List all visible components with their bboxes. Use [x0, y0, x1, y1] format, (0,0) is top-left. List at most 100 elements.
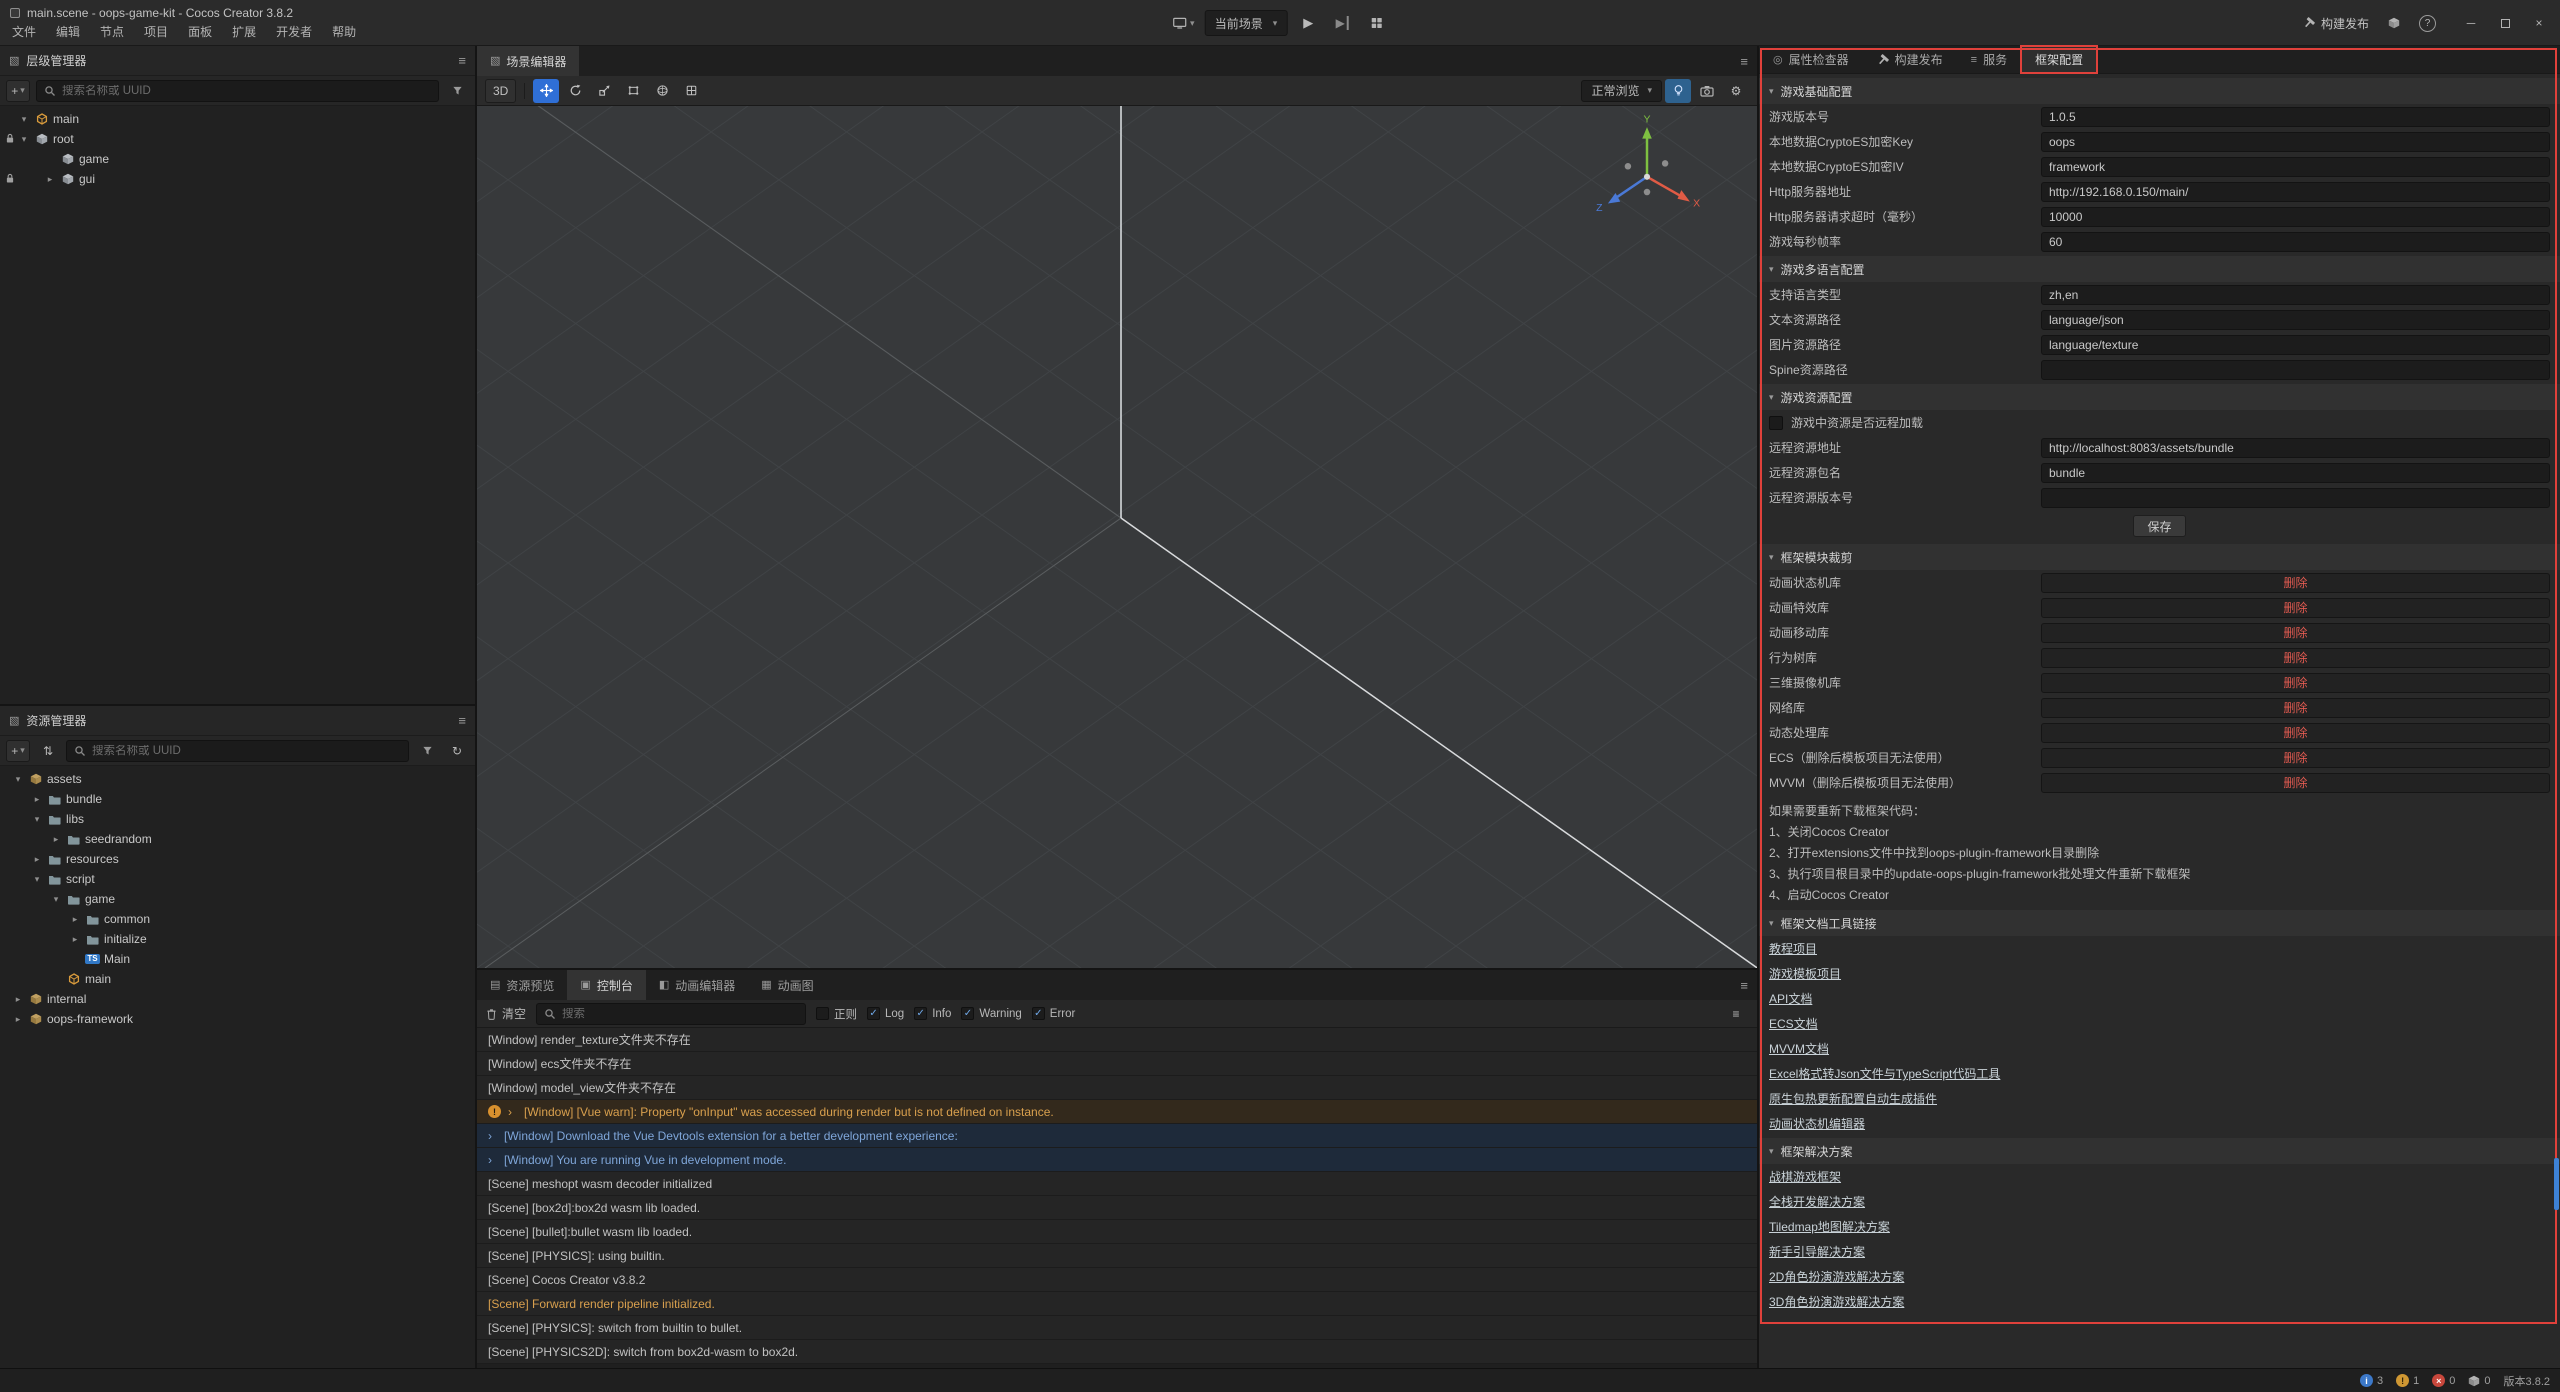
log-row[interactable]: [Window] render_texture文件夹不存在 [477, 1028, 1757, 1052]
console-info-counter[interactable]: i 3 [2360, 1374, 2383, 1387]
tree-row[interactable]: ▸resources [0, 849, 475, 869]
tab-framework-config[interactable]: 框架配置 [2021, 46, 2097, 73]
config-value-input[interactable] [2041, 488, 2550, 508]
panel-menu-icon[interactable]: ≡ [458, 713, 466, 728]
tree-row[interactable]: ▸oops-framework [0, 1009, 475, 1029]
filter-checkbox-log[interactable]: ✓Log [867, 1007, 904, 1020]
config-value-input[interactable]: 60 [2041, 232, 2550, 252]
filter-checkbox-error[interactable]: ✓Error [1032, 1007, 1076, 1020]
expand-arrow[interactable]: › [488, 1129, 497, 1143]
minimize-button[interactable]: ─ [2456, 9, 2486, 37]
section-header[interactable]: ▾框架文档工具链接 [1759, 910, 2560, 936]
config-value-input[interactable] [2041, 360, 2550, 380]
doc-link[interactable]: API文档 [1769, 990, 1812, 1007]
collapse-arrow[interactable]: ▸ [69, 914, 81, 925]
tree-row[interactable]: ▸common [0, 909, 475, 929]
tree-row[interactable]: ▾script [0, 869, 475, 889]
collapse-arrow[interactable]: ▾ [31, 874, 43, 885]
log-row[interactable]: [Window] ecs文件夹不存在 [477, 1052, 1757, 1076]
section-header[interactable]: ▾游戏基础配置 [1759, 78, 2560, 104]
collapse-arrow[interactable]: ▾ [18, 134, 30, 145]
tree-row[interactable]: ▸bundle [0, 789, 475, 809]
config-value-input[interactable]: language/texture [2041, 335, 2550, 355]
log-row[interactable]: [Scene] [PHYSICS]: switch from builtin t… [477, 1316, 1757, 1340]
tree-row[interactable]: ▾game [0, 889, 475, 909]
console-tab[interactable]: ▣控制台 [567, 970, 645, 1000]
create-asset-button[interactable]: + ▾ [6, 740, 30, 762]
hierarchy-search-input[interactable] [62, 85, 431, 97]
doc-link[interactable]: 动画状态机编辑器 [1769, 1115, 1865, 1132]
collapse-arrow[interactable]: ▸ [69, 934, 81, 945]
log-row[interactable]: [Scene] Forward render pipeline initiali… [477, 1292, 1757, 1316]
filter-checkbox-info[interactable]: ✓Info [914, 1007, 951, 1020]
maximize-button[interactable] [2490, 9, 2520, 37]
collapse-arrow[interactable]: ▾ [50, 894, 62, 905]
tree-row[interactable]: ▸initialize [0, 929, 475, 949]
scene-camera-button[interactable] [1694, 79, 1720, 103]
section-header[interactable]: ▾游戏多语言配置 [1759, 256, 2560, 282]
play-button[interactable]: ▶ [1295, 10, 1321, 36]
delete-module-button[interactable]: 删除 [2041, 623, 2550, 643]
menu-item[interactable]: 节点 [90, 23, 134, 40]
doc-link[interactable]: 2D角色扮演游戏解决方案 [1769, 1268, 1904, 1285]
collapse-arrow[interactable]: ▾ [12, 774, 24, 785]
assets-search-input[interactable] [92, 745, 401, 757]
filter-checkbox-warning[interactable]: ✓Warning [961, 1007, 1021, 1020]
log-row[interactable]: [Scene] meshopt wasm decoder initialized [477, 1172, 1757, 1196]
collapse-arrow[interactable]: ▸ [44, 174, 56, 185]
doc-link[interactable]: 战棋游戏框架 [1769, 1168, 1841, 1185]
world-gizmo-tool[interactable] [649, 79, 675, 103]
scene-light-toggle[interactable] [1665, 79, 1691, 103]
tree-row[interactable]: ▾main [0, 109, 475, 129]
projection-3d-button[interactable]: 3D [485, 79, 516, 103]
menu-item[interactable]: 文件 [2, 23, 46, 40]
console-error-counter[interactable]: × 0 [2432, 1374, 2455, 1387]
tree-row[interactable]: ▸gui [0, 169, 475, 189]
config-value-input[interactable]: language/json [2041, 310, 2550, 330]
section-header[interactable]: ▾框架解决方案 [1759, 1138, 2560, 1164]
collapse-arrow[interactable]: ▸ [12, 1014, 24, 1025]
log-row[interactable]: ›[Window] Download the Vue Devtools exte… [477, 1124, 1757, 1148]
delete-module-button[interactable]: 删除 [2041, 573, 2550, 593]
scale-tool[interactable] [591, 79, 617, 103]
delete-module-button[interactable]: 删除 [2041, 673, 2550, 693]
expand-arrow[interactable]: › [488, 1153, 497, 1167]
save-button[interactable]: 保存 [2133, 515, 2185, 537]
log-row[interactable]: ›[Window] You are running Vue in develop… [477, 1148, 1757, 1172]
config-value-input[interactable]: http://192.168.0.150/main/ [2041, 182, 2550, 202]
tab-inspector[interactable]: ◎属性检查器 [1759, 46, 1863, 73]
log-row[interactable]: [Scene] Cocos Creator v3.8.2 [477, 1268, 1757, 1292]
console-options-button[interactable]: ≡ [1724, 1003, 1748, 1025]
scene-settings-button[interactable]: ⚙ [1723, 79, 1749, 103]
config-value-input[interactable]: bundle [2041, 463, 2550, 483]
tree-row[interactable]: ▾libs [0, 809, 475, 829]
collapse-arrow[interactable]: ▸ [50, 834, 62, 845]
console-tab[interactable]: ◧动画编辑器 [646, 970, 748, 1000]
tab-inspector[interactable]: 构建发布 [1863, 46, 1957, 73]
tree-row[interactable]: ▾root [0, 129, 475, 149]
close-button[interactable]: × [2524, 9, 2554, 37]
config-value-input[interactable]: 10000 [2041, 207, 2550, 227]
delete-module-button[interactable]: 删除 [2041, 773, 2550, 793]
create-node-button[interactable]: + ▾ [6, 80, 30, 102]
checkbox-icon[interactable] [1769, 416, 1783, 430]
scrollbar-thumb[interactable] [2554, 1158, 2559, 1210]
scene-select[interactable]: 当前场景 ▾ [1205, 10, 1288, 36]
step-button[interactable]: ▶ [1329, 10, 1355, 36]
extension-store-button[interactable] [2381, 10, 2407, 36]
collapse-arrow[interactable]: ▾ [31, 814, 43, 825]
config-value-input[interactable]: http://localhost:8083/assets/bundle [2041, 438, 2550, 458]
log-row[interactable]: [Scene] [box2d]:box2d wasm lib loaded. [477, 1196, 1757, 1220]
hierarchy-filter-button[interactable] [445, 80, 469, 102]
tab-inspector[interactable]: ≡服务 [1957, 46, 2021, 73]
doc-link[interactable]: ECS文档 [1769, 1015, 1818, 1032]
menu-item[interactable]: 帮助 [322, 23, 366, 40]
package-task-counter[interactable]: 0 [2468, 1375, 2490, 1387]
config-value-input[interactable]: zh,en [2041, 285, 2550, 305]
tree-row[interactable]: main [0, 969, 475, 989]
tree-row[interactable]: ▾assets [0, 769, 475, 789]
section-header[interactable]: ▾游戏资源配置 [1759, 384, 2560, 410]
delete-module-button[interactable]: 删除 [2041, 598, 2550, 618]
sort-assets-button[interactable]: ⇅ [36, 740, 60, 762]
menu-item[interactable]: 扩展 [222, 23, 266, 40]
